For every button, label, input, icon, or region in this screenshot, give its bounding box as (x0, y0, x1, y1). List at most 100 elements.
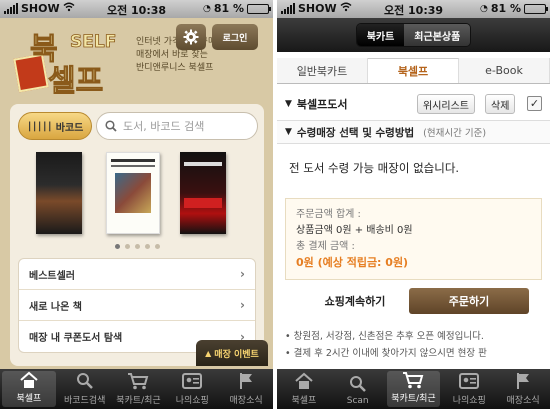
id-card-icon (458, 371, 480, 391)
tab-bar: 북셀프 Scan 북카트/최근 나의쇼핑 매장소식 (277, 369, 550, 409)
tab-item[interactable]: 나의쇼핑 (165, 369, 219, 409)
tab-bar: 북셀프 바코드검색 북카트/최근 나의쇼핑 매장소식 (0, 369, 273, 409)
payment-total-label: 총 결제 금액 : (296, 241, 355, 252)
notice-item: • 결제 후 2시간 이내에 찾아가지 않으시면 현장 판 (285, 348, 487, 359)
tab-label: Scan (346, 396, 369, 406)
barcode-label: 바코드 (55, 122, 84, 134)
right-screen: SHOW 오전 10:39 ◔ 81 % 북카트 최근본상품 일반북카트 북셀프… (277, 0, 550, 409)
search-icon (347, 374, 369, 394)
search-icon (105, 120, 117, 132)
tab-label: 북셀프 (16, 394, 42, 404)
wishlist-button[interactable]: 위시리스트 (417, 94, 475, 114)
nav-bar: 북카트 최근본상품 (277, 18, 550, 52)
id-card-icon (181, 371, 203, 391)
tab-label: 북셀프 (291, 396, 317, 406)
battery-icon (247, 3, 271, 14)
pickup-sublabel: (현재시간 기준) (423, 128, 487, 139)
chevron-down-icon: ▼ (285, 127, 292, 137)
tab-item[interactable]: 나의쇼핑 (442, 369, 496, 409)
chevron-right-icon: › (240, 298, 245, 312)
segment-cart[interactable]: 북카트 (356, 24, 405, 46)
store-event-button[interactable]: ▲ 매장 이벤트 (196, 340, 268, 366)
tab-item[interactable]: 바코드검색 (58, 369, 112, 409)
continue-shopping-button[interactable]: 쇼핑계속하기 (299, 288, 411, 314)
status-bar: SHOW 오전 10:39 ◔ 81 % (277, 0, 550, 18)
order-button[interactable]: 주문하기 (409, 288, 529, 314)
tab-label: 매장소식 (506, 396, 540, 406)
bookself-books-label: 북셀프도서 (296, 98, 348, 111)
tab-item[interactable]: 매장소식 (219, 369, 273, 409)
tab-label: 매장소식 (229, 396, 263, 406)
segment-recent[interactable]: 최근본상품 (404, 24, 471, 46)
tab-label: 북카트/최근 (116, 396, 161, 406)
left-screen: SHOW 오전 10:38 ◔ 81 % 북 SELF 셀프 인터넷 가격으로 … (0, 0, 273, 409)
menu-list: 베스트셀러 › 새로 나온 책 › 매장 내 쿠폰도서 탐색 › (18, 258, 256, 353)
pager-dot (134, 244, 140, 249)
no-store-message: 전 도서 수령 가능 매장이 없습니다. (289, 161, 460, 175)
pager-dot (144, 244, 150, 249)
gear-icon (183, 29, 199, 45)
tab-label: 북카트/최근 (391, 394, 436, 404)
tab-label: 나의쇼핑 (452, 396, 486, 406)
settings-button[interactable] (176, 24, 206, 50)
barcode-icon: ||||| (26, 120, 53, 132)
search-icon (74, 371, 96, 391)
login-button[interactable]: 로그인 (212, 24, 258, 50)
cart-icon (127, 371, 149, 391)
notice-list: • 창원점, 서강점, 신촌점은 추후 오픈 예정입니다. • 결제 후 2시간… (285, 328, 547, 362)
chevron-right-icon: › (240, 267, 245, 281)
battery-percent: 81 % (213, 2, 244, 15)
search-input[interactable] (123, 119, 253, 133)
menu-item-bestseller[interactable]: 베스트셀러 › (19, 259, 255, 290)
tab-item[interactable]: 북셀프 (277, 369, 331, 409)
tab-label: 나의쇼핑 (175, 396, 209, 406)
chevron-down-icon: ▼ (285, 99, 292, 109)
triangle-up-icon: ▲ (205, 348, 212, 358)
tab-item[interactable]: 북카트/최근 (386, 371, 441, 407)
cart-icon (402, 371, 424, 389)
tab-item[interactable]: 매장소식 (496, 369, 550, 409)
search-box[interactable] (96, 112, 258, 140)
logo-text-selp: 셀프 (47, 64, 104, 100)
lock-icon: ◔ (202, 3, 211, 14)
carousel-pager (10, 244, 264, 249)
status-bar: SHOW 오전 10:38 ◔ 81 % (0, 0, 273, 18)
book-cover[interactable] (106, 152, 160, 234)
tab-item[interactable]: 북카트/최근 (112, 369, 166, 409)
bookself-section-header: ▼ 북셀프도서 위시리스트 삭제 ✓ (277, 92, 550, 116)
order-total-detail: 상품금액 0원 + 배송비 0원 (296, 225, 413, 236)
segmented-control: 북카트 최근본상품 (355, 23, 472, 47)
menu-item-new-books[interactable]: 새로 나온 책 › (19, 290, 255, 321)
barcode-button[interactable]: ||||| 바코드 (18, 112, 92, 140)
book-cover[interactable] (36, 152, 82, 234)
home-icon (18, 371, 40, 389)
tab-item[interactable]: Scan (331, 369, 385, 409)
book-cover[interactable] (180, 152, 226, 234)
battery-icon (524, 3, 548, 14)
tab-ebook[interactable]: e-Book (459, 58, 550, 83)
order-summary: 주문금액 합계 : 상품금액 0원 + 배송비 0원 총 결제 금액 : 0원 … (285, 198, 542, 280)
delete-button[interactable]: 삭제 (485, 94, 516, 114)
book-carousel[interactable] (10, 148, 264, 240)
pager-dot (114, 244, 120, 249)
main-panel: ||||| 바코드 베스트셀러› 새로 나온 책› 매장 내 쿠폰도서 탐색› (10, 104, 264, 366)
bookself-logo: 북 SELF 셀프 (8, 24, 128, 102)
flag-icon (512, 371, 534, 391)
flag-icon (235, 371, 257, 391)
tab-label: 바코드검색 (63, 396, 106, 406)
pager-dot (154, 244, 160, 249)
pickup-section-header[interactable]: ▼ 수령매장 선택 및 수령방법 (현재시간 기준) (277, 120, 550, 144)
notice-item: • 창원점, 서강점, 신촌점은 추후 오픈 예정입니다. (285, 331, 484, 342)
tab-item[interactable]: 북셀프 (2, 371, 56, 407)
payment-total-amount: 0원 (예상 적립금: 0원) (296, 256, 409, 269)
tab-general-cart[interactable]: 일반북카트 (277, 58, 368, 83)
pager-dot (124, 244, 130, 249)
pickup-label: 수령매장 선택 및 수령방법 (296, 126, 415, 139)
battery-percent: 81 % (490, 2, 521, 15)
logo-text-self: SELF (70, 32, 117, 53)
select-all-checkbox[interactable]: ✓ (527, 96, 542, 111)
home-icon (293, 371, 315, 391)
tab-bookself[interactable]: 북셀프 (368, 58, 459, 83)
cart-type-tabs: 일반북카트 북셀프 e-Book (277, 58, 550, 84)
lock-icon: ◔ (479, 3, 488, 14)
